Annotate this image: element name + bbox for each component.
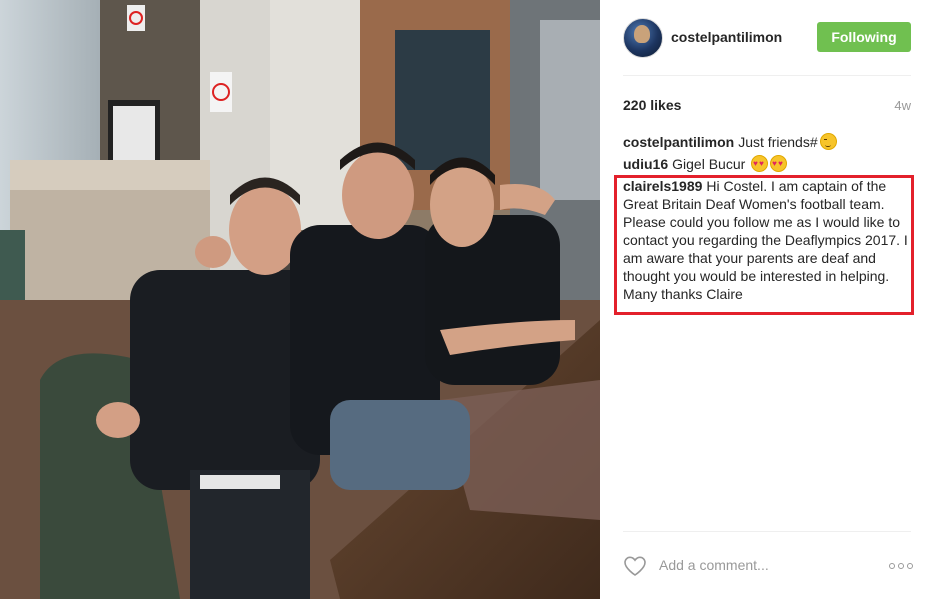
photo-illustration (0, 0, 600, 599)
add-comment-input[interactable] (657, 556, 871, 574)
heart-eyes-face-icon (751, 155, 769, 173)
following-button[interactable]: Following (817, 22, 911, 52)
avatar[interactable] (623, 18, 663, 58)
post-header: costelpantilimon Following (623, 18, 913, 58)
comment-author[interactable]: costelpantilimon (623, 134, 734, 150)
comment-footer (623, 553, 913, 579)
heart-outline-icon[interactable] (623, 555, 647, 577)
comment-text: Gigel Bucur (672, 156, 746, 172)
footer-divider (623, 531, 911, 532)
comment-text: Just friends# (738, 134, 818, 150)
highlight-box (614, 175, 914, 315)
likes-count[interactable]: 220 likes (623, 97, 681, 113)
comment-item: costelpantilimon Just friends# (623, 133, 913, 151)
more-options-icon[interactable] (889, 563, 913, 569)
comment-item: udiu16 Gigel Bucur (623, 155, 913, 173)
comment-author[interactable]: udiu16 (623, 156, 668, 172)
heart-eyes-face-icon (770, 155, 788, 173)
post-username[interactable]: costelpantilimon (671, 29, 782, 45)
post-photo[interactable] (0, 0, 600, 599)
header-divider (623, 75, 911, 76)
post-time[interactable]: 4w (894, 98, 911, 113)
winking-face-icon (819, 133, 837, 150)
